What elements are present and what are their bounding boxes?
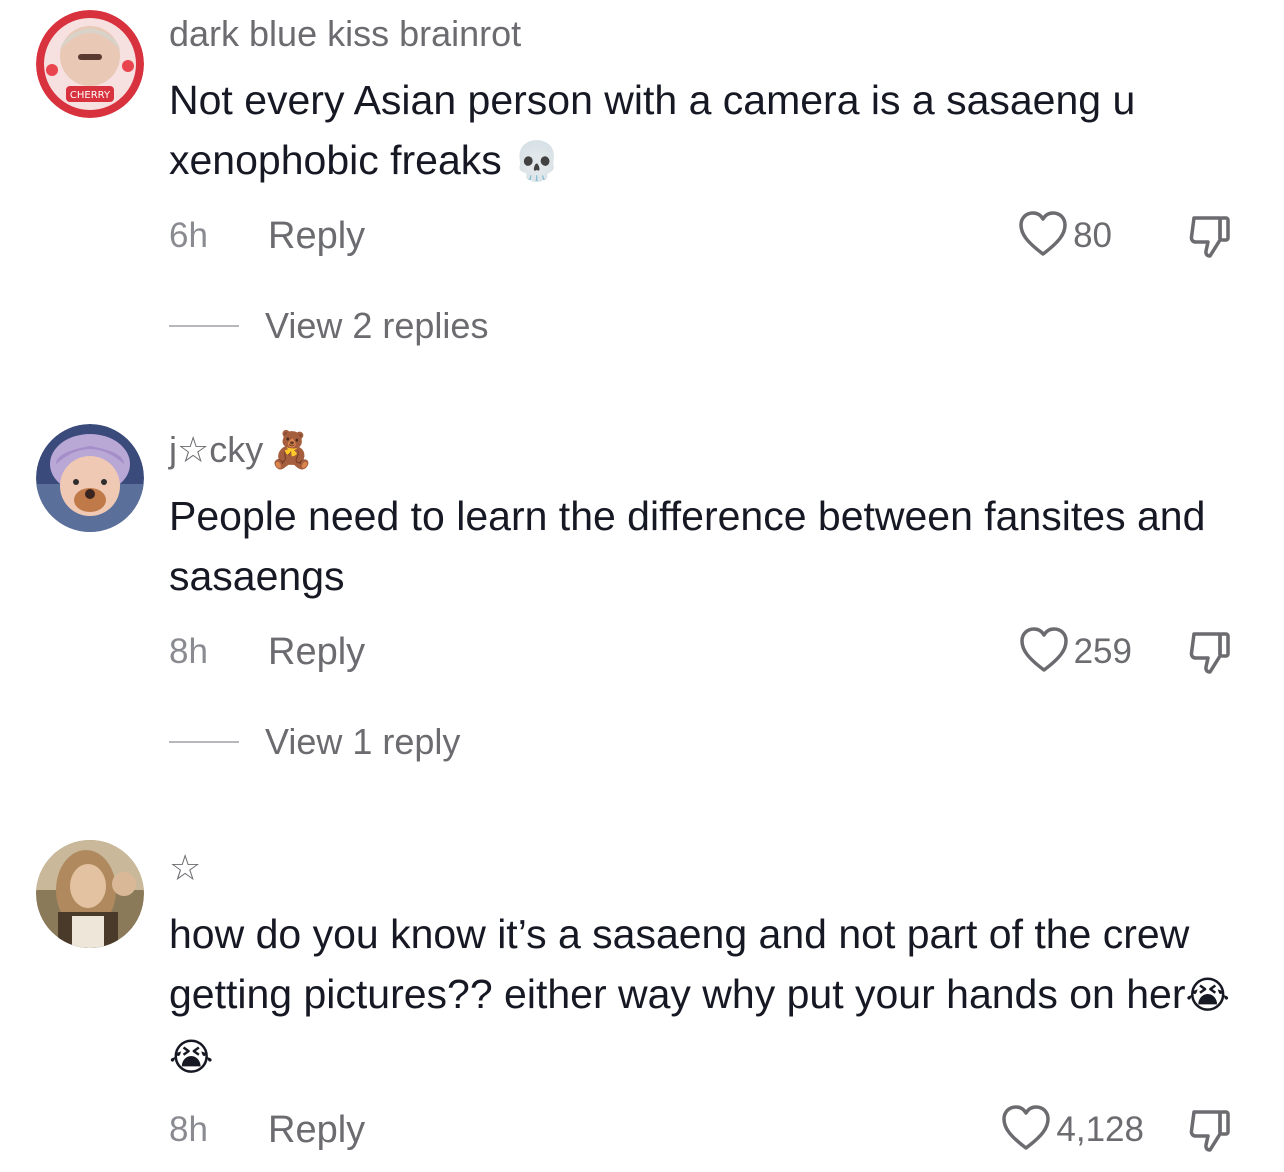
like-count: 4,128 [1056,1110,1144,1149]
comment-text: how do you know it’s a sasaeng and not p… [169,904,1249,1088]
timestamp: 8h [169,1110,208,1149]
avatar[interactable] [36,840,144,948]
heart-outline-icon [1000,1104,1052,1157]
username-text: ☆ [169,847,202,888]
like-button[interactable]: 4,128 [1000,1104,1144,1157]
comment-text-content: how do you know it’s a sasaeng and not p… [169,911,1190,1017]
comment-item: ☆ how do you know it’s a sasaeng and not… [0,0,1284,1172]
thumbs-down-icon[interactable] [1186,1106,1234,1154]
username[interactable]: ☆ [169,846,201,890]
reply-button[interactable]: Reply [268,1108,365,1152]
